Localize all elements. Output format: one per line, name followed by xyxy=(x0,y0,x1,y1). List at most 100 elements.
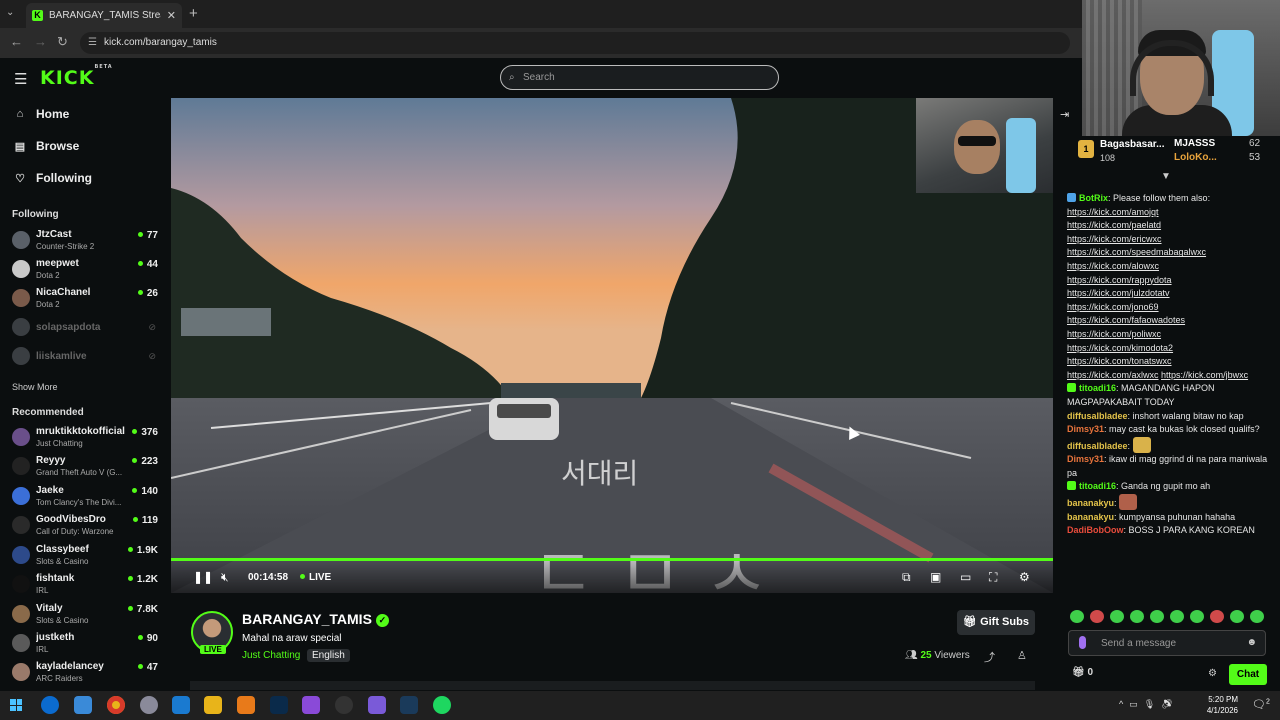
tab-list-icon[interactable]: ⌄ xyxy=(6,7,14,18)
chat-username[interactable]: diffusalbladee xyxy=(1067,411,1128,421)
chat-link[interactable]: https://kick.com/poliwxc xyxy=(1067,329,1161,339)
chrome-icon[interactable] xyxy=(107,696,125,714)
sublime-icon[interactable] xyxy=(237,696,255,714)
theater-mode-icon[interactable]: ▭ xyxy=(960,570,971,584)
chat-input[interactable]: Send a message ☻ xyxy=(1068,630,1266,656)
follow-icon[interactable]: ♙ xyxy=(1017,649,1027,662)
chat-username[interactable]: Dimsy31 xyxy=(1067,454,1104,464)
clock[interactable]: 5:20 PM 4/1/2026 xyxy=(1200,694,1238,716)
language-tag[interactable]: English xyxy=(307,649,350,662)
spotify-icon[interactable] xyxy=(433,696,451,714)
discord-icon[interactable] xyxy=(368,696,386,714)
miniplayer-icon[interactable]: ⧉ xyxy=(902,570,911,585)
chat-link[interactable]: https://kick.com/rappydota xyxy=(1067,275,1172,285)
following-channel[interactable]: NicaChanel Dota 2 26 xyxy=(12,286,162,314)
chat-username[interactable]: bananakyu xyxy=(1067,512,1114,522)
search-input[interactable]: ⌕ Search xyxy=(500,65,779,90)
following-channel[interactable]: meepwet Dota 2 44 xyxy=(12,257,162,285)
share-icon[interactable]: ⤴ xyxy=(984,649,995,665)
chat-username[interactable]: diffusalbladee xyxy=(1067,441,1128,451)
recommended-channel[interactable]: kayladelancey ARC Raiders 47 xyxy=(12,660,162,688)
chat-link[interactable]: https://kick.com/tonatswxc xyxy=(1067,356,1172,366)
mic-icon[interactable] xyxy=(1079,636,1086,649)
system-tray-icons[interactable]: ^▭🎙︎🔊︎ xyxy=(1119,699,1179,710)
chat-link[interactable]: https://kick.com/ericwxc xyxy=(1067,234,1162,244)
copilot-icon[interactable] xyxy=(74,696,92,714)
chat-send-button[interactable]: Chat xyxy=(1229,664,1267,685)
following-channel-offline[interactable]: liiskamlive ⊘ xyxy=(12,344,162,372)
following-channel-offline[interactable]: solapsapdota ⊘ xyxy=(12,315,162,343)
site-info-icon[interactable]: ☰ xyxy=(88,32,97,54)
chat-link[interactable]: https://kick.com/jbwxc xyxy=(1161,370,1248,380)
app-icon[interactable] xyxy=(302,696,320,714)
vscode-icon[interactable] xyxy=(172,696,190,714)
emote-icon[interactable] xyxy=(1210,610,1224,623)
browser-tab[interactable]: K BARANGAY_TAMIS Stream - W ✕ xyxy=(26,3,182,28)
emote-icon[interactable] xyxy=(1230,610,1244,623)
chat-settings-icon[interactable]: ⚙ xyxy=(1208,668,1217,679)
chat-username[interactable]: titoadi16 xyxy=(1079,481,1116,491)
notification-icon[interactable]: 🗨︎2 xyxy=(1252,698,1270,711)
recommended-channel[interactable]: Reyyy Grand Theft Auto V (G... 223 xyxy=(12,454,162,482)
gift-subs-button[interactable]: 🎁︎ Gift Subs xyxy=(957,610,1035,635)
nav-following[interactable]: ♡ Following xyxy=(14,171,164,185)
app-icon[interactable] xyxy=(140,696,158,714)
emote-icon[interactable] xyxy=(1150,610,1164,623)
steam-icon[interactable] xyxy=(400,696,418,714)
recommended-channel[interactable]: fishtank IRL 1.2K xyxy=(12,572,162,600)
reload-icon[interactable]: ↻ xyxy=(57,34,68,50)
close-tab-icon[interactable]: ✕ xyxy=(167,9,176,22)
nav-home[interactable]: ⌂ Home xyxy=(14,107,164,121)
chat-link[interactable]: https://kick.com/jono69 xyxy=(1067,302,1159,312)
chat-username[interactable]: titoadi16 xyxy=(1079,383,1116,393)
emote-icon[interactable] xyxy=(1170,610,1184,623)
emote-icon[interactable] xyxy=(1110,610,1124,623)
url-field[interactable]: ☰ kick.com/barangay_tamis xyxy=(80,32,1070,54)
emoji-icon[interactable]: ☻ xyxy=(1246,637,1257,648)
emote-icon[interactable] xyxy=(1090,610,1104,623)
kick-logo[interactable]: KICKBETA xyxy=(40,64,113,89)
gift-leaderboard[interactable]: 1 Bagasbasar... 108 MJASSS 62 LoloKo... … xyxy=(1074,136,1274,168)
recommended-channel[interactable]: GoodVibesDro Call of Duty: Warzone 119 xyxy=(12,513,162,541)
forward-icon[interactable]: → xyxy=(34,34,47,49)
recommended-channel[interactable]: Classybeef Slots & Casino 1.9K xyxy=(12,543,162,571)
clip-icon[interactable]: ▣ xyxy=(930,570,941,584)
video-player[interactable]: 서대리 ㄷ ㅁ ㅅ ❚❚ 🔇︎ 00:14:58 LIVE ⧉ ▣ ▭ ⛶ ⚙ xyxy=(171,98,1053,593)
recommended-channel[interactable]: justketh IRL 90 xyxy=(12,631,162,659)
emote-icon[interactable] xyxy=(1130,610,1144,623)
edge-icon[interactable] xyxy=(41,696,59,714)
recommended-channel[interactable]: Jaeke Tom Clancy's The Divi... 140 xyxy=(12,484,162,512)
chat-link[interactable]: https://kick.com/amojqt xyxy=(1067,207,1159,217)
chat-link[interactable]: https://kick.com/fafaowadotes xyxy=(1067,315,1185,325)
recommended-channel[interactable]: mruktikktokofficial Just Chatting 376 xyxy=(12,425,162,453)
chat-link[interactable]: https://kick.com/paelatd xyxy=(1067,220,1161,230)
emote-icon[interactable] xyxy=(1250,610,1264,623)
start-icon[interactable] xyxy=(10,699,22,711)
pinned-message-icon[interactable]: ▼ xyxy=(1161,171,1171,182)
pause-icon[interactable]: ❚❚ xyxy=(193,570,213,584)
photoshop-icon[interactable] xyxy=(270,696,288,714)
chat-username[interactable]: bananakyu xyxy=(1067,498,1114,508)
menu-icon[interactable]: ☰ xyxy=(14,70,27,88)
chat-username[interactable]: Dimsy31 xyxy=(1067,424,1104,434)
chat-link[interactable]: https://kick.com/kimodota2 xyxy=(1067,343,1173,353)
live-indicator[interactable]: LIVE xyxy=(300,572,331,583)
collapse-chat-icon[interactable]: ⇥ xyxy=(1060,108,1069,121)
chat-link[interactable]: https://kick.com/axlwxc xyxy=(1067,370,1159,380)
channel-name[interactable]: BARANGAY_TAMIS ✓ xyxy=(242,611,389,627)
muted-speaker-icon[interactable]: 🔇︎ xyxy=(221,570,229,585)
app-icon[interactable] xyxy=(335,696,353,714)
back-icon[interactable]: ← xyxy=(10,34,23,49)
chat-username[interactable]: DadiBobOow xyxy=(1067,525,1124,535)
file-explorer-icon[interactable] xyxy=(204,696,222,714)
emote-icon[interactable] xyxy=(1070,610,1084,623)
recommended-channel[interactable]: Vitaly Slots & Casino 7.8K xyxy=(12,602,162,630)
chat-username[interactable]: BotRix xyxy=(1079,193,1108,203)
following-channel[interactable]: JtzCast Counter-Strike 2 77 xyxy=(12,228,162,256)
settings-icon[interactable]: ⚙ xyxy=(1019,570,1030,584)
emote-icon[interactable] xyxy=(1190,610,1204,623)
chat-link[interactable]: https://kick.com/speedmabagalwxc xyxy=(1067,247,1206,257)
chat-link[interactable]: https://kick.com/alowxc xyxy=(1067,261,1159,271)
nav-browse[interactable]: ▤ Browse xyxy=(14,139,164,153)
new-tab-icon[interactable]: + xyxy=(189,5,198,22)
